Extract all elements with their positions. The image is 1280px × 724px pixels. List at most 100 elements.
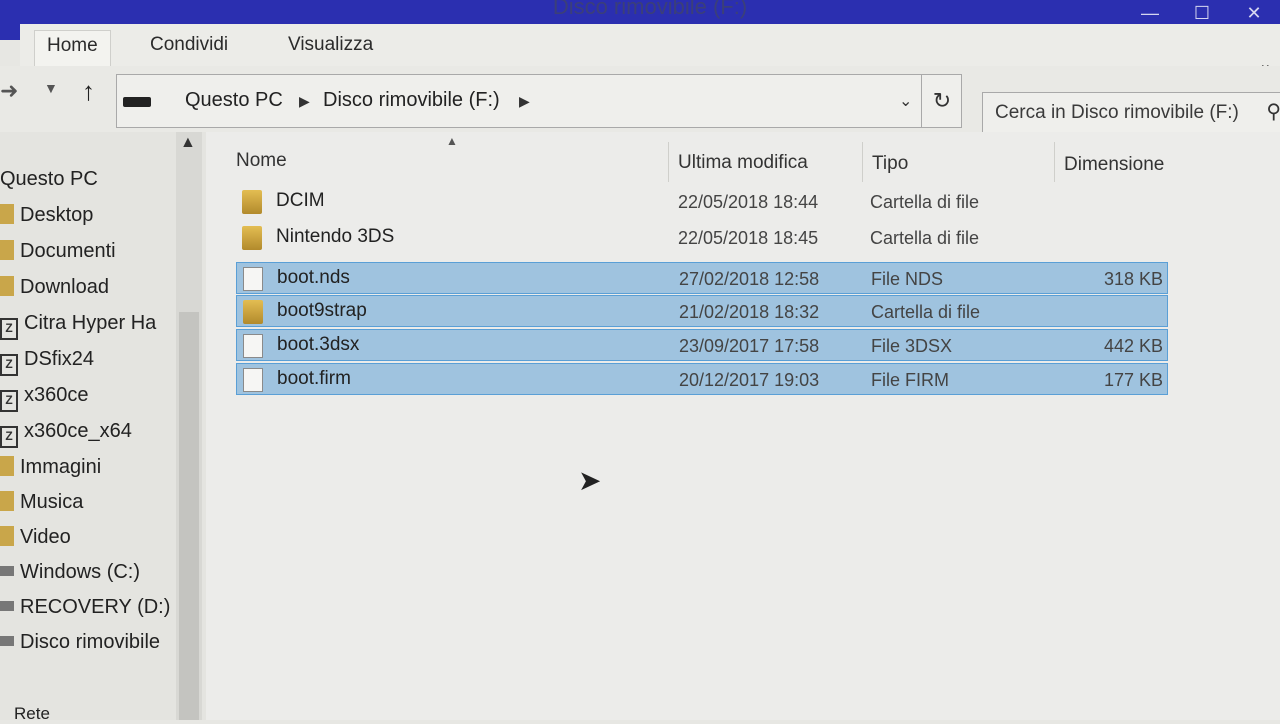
folder-icon [0, 240, 14, 260]
sidebar-item-x360ce-x64[interactable]: Zx360ce_x64 [0, 420, 132, 448]
search-input[interactable] [983, 93, 1267, 133]
sidebar-item-rete[interactable]: Rete [0, 702, 50, 724]
file-modified-date: 23/09/2017 17:58 [679, 336, 820, 356]
zip-icon: Z [0, 390, 18, 412]
file-row[interactable]: Nintendo 3DS 22/05/2018 18:45 Cartella di … [236, 222, 1168, 254]
file-row[interactable]: DCIM 22/05/2018 18:44 Cartella di file [236, 186, 1168, 218]
breadcrumb-separator-icon[interactable]: ▶ [299, 93, 310, 110]
sidebar-item-questo-pc[interactable]: Questo PC [0, 168, 98, 191]
sidebar-item-label: x360ce_x64 [24, 420, 132, 442]
maximize-button[interactable]: ☐ [1176, 0, 1228, 26]
ribbon: Home Condividi Visualizza ⌄ [20, 24, 1280, 73]
file-type: Cartella di file [870, 228, 980, 248]
sidebar-item-musica[interactable]: Musica [0, 491, 83, 514]
sidebar-item-download[interactable]: Download [0, 276, 109, 299]
file-size: 318 KB [1103, 269, 1163, 289]
folder-icon [0, 204, 14, 224]
drive-icon [0, 601, 14, 611]
breadcrumb-separator-icon[interactable]: ▶ [519, 93, 530, 110]
column-header-modified[interactable]: Ultima modifica [678, 132, 858, 190]
sidebar-item-label: Musica [20, 491, 84, 513]
file-row[interactable]: boot.3dsx 23/09/2017 17:58 File 3DSX 442 KB [236, 329, 1168, 361]
file-icon [243, 368, 263, 392]
tab-condividi[interactable]: Condividi [138, 30, 240, 60]
file-row[interactable]: boot.nds 27/02/2018 12:58 File NDS 318 KB [236, 262, 1168, 294]
column-divider[interactable] [862, 142, 863, 182]
breadcrumb-disco-rimovibile[interactable]: Disco rimovibile (F:) [323, 89, 500, 112]
file-name: DCIM [276, 190, 325, 211]
network-icon [0, 702, 8, 722]
refresh-icon[interactable]: ↻ [921, 75, 962, 127]
window-title: Disco rimovibile (F:) [552, 0, 748, 19]
column-divider[interactable] [1054, 142, 1055, 182]
address-dropdown-chevron-down-icon[interactable]: ⌄ [899, 91, 912, 111]
file-modified-date: 27/02/2018 12:58 [679, 269, 820, 289]
folder-icon [243, 300, 263, 324]
sidebar-item-windows-c[interactable]: Windows (C:) [0, 561, 140, 584]
sidebar-item-documenti[interactable]: Documenti [0, 240, 116, 263]
sidebar-item-video[interactable]: Video [0, 526, 71, 549]
file-type: File FIRM [871, 370, 949, 390]
column-header-label: Tipo [872, 153, 909, 174]
file-modified-date: 22/05/2018 18:44 [678, 192, 819, 212]
file-icon [243, 267, 263, 291]
file-type: File 3DSX [871, 336, 953, 356]
file-type: File NDS [871, 269, 944, 289]
up-arrow-icon[interactable]: ↑ [82, 76, 95, 107]
zip-icon: Z [0, 318, 18, 340]
sidebar-item-label: Disco rimovibile [20, 631, 161, 653]
tab-visualizza[interactable]: Visualizza [276, 30, 385, 60]
column-divider[interactable] [668, 142, 669, 182]
sidebar-item-x360ce[interactable]: Zx360ce [0, 384, 89, 412]
column-header-name[interactable]: Nome [236, 132, 666, 190]
sidebar-item-label: Windows (C:) [20, 561, 141, 583]
tab-home[interactable]: Home [34, 30, 111, 69]
column-header-type[interactable]: Tipo [872, 132, 1052, 190]
close-button[interactable]: ✕ [1228, 0, 1280, 26]
file-name: boot.nds [277, 267, 350, 288]
search-icon[interactable]: ⚲ [1266, 99, 1280, 124]
sidebar-item-label: DSfix24 [24, 348, 95, 370]
folder-icon [242, 226, 262, 250]
file-modified-date: 21/02/2018 18:32 [679, 302, 820, 322]
sidebar-item-desktop[interactable]: Desktop [0, 204, 93, 227]
sidebar-item-dsfix24[interactable]: Z DSfix24 [0, 348, 94, 376]
sidebar-item-label: RECOVERY (D:) [20, 596, 171, 618]
file-modified-date: 22/05/2018 18:45 [678, 228, 819, 248]
folder-icon [242, 190, 262, 214]
mouse-cursor-icon: ➤ [578, 465, 602, 496]
drive-icon [123, 97, 151, 107]
column-header-label: Nome [236, 150, 287, 171]
scrollbar-thumb[interactable] [179, 312, 199, 720]
sidebar-item-disco-rimovibile[interactable]: Disco rimovibile [0, 631, 160, 654]
file-row[interactable]: boot9strap 21/02/2018 18:32 Cartella di fi… [236, 295, 1168, 327]
sidebar-item-citra[interactable]: Z Citra Hyper Ha [0, 312, 156, 340]
folder-icon [0, 491, 14, 511]
file-name: boot9strap [277, 300, 367, 321]
drive-icon [0, 636, 14, 646]
file-name: boot.3dsx [277, 334, 360, 355]
recent-locations-chevron-down-icon[interactable]: ▼ [44, 80, 58, 96]
sidebar-item-label: Download [20, 276, 109, 298]
folder-icon [0, 276, 14, 296]
sidebar-item-immagini[interactable]: Immagini [0, 456, 101, 479]
column-header-size[interactable]: Dimensione [1064, 132, 1174, 190]
address-bar[interactable]: Questo PC ▶ Disco rimovibile (F:) ▶ ⌄ ↻ [116, 74, 962, 128]
file-name: Nintendo 3DS [276, 226, 395, 247]
sidebar-item-recovery-d[interactable]: RECOVERY (D:) [0, 596, 170, 619]
file-name: boot.firm [277, 368, 351, 389]
file-row[interactable]: boot.firm 20/12/2017 19:03 File FIRM 177 KB [236, 363, 1168, 395]
minimize-button[interactable]: — [1124, 0, 1176, 26]
breadcrumb-questo-pc[interactable]: Questo PC [185, 89, 283, 112]
zip-icon: Z [0, 354, 18, 376]
navigation-bar: ➜ ▼ ↑ Questo PC ▶ Disco rimovibile (F:) … [0, 66, 1280, 134]
file-list: ▲ Nome Ultima modifica Tipo Dimensione D… [206, 132, 1280, 720]
sidebar-item-label: x360ce [24, 384, 89, 406]
back-arrow-icon[interactable]: ➜ [0, 78, 18, 104]
navigation-scrollbar[interactable]: ▲ [176, 132, 202, 720]
search-box[interactable]: ⚲ [982, 92, 1280, 134]
scroll-up-icon[interactable]: ▲ [180, 134, 196, 152]
sidebar-item-label: Questo PC [0, 168, 98, 190]
drive-icon [0, 566, 14, 576]
sidebar-item-label: Citra Hyper Ha [24, 312, 157, 334]
